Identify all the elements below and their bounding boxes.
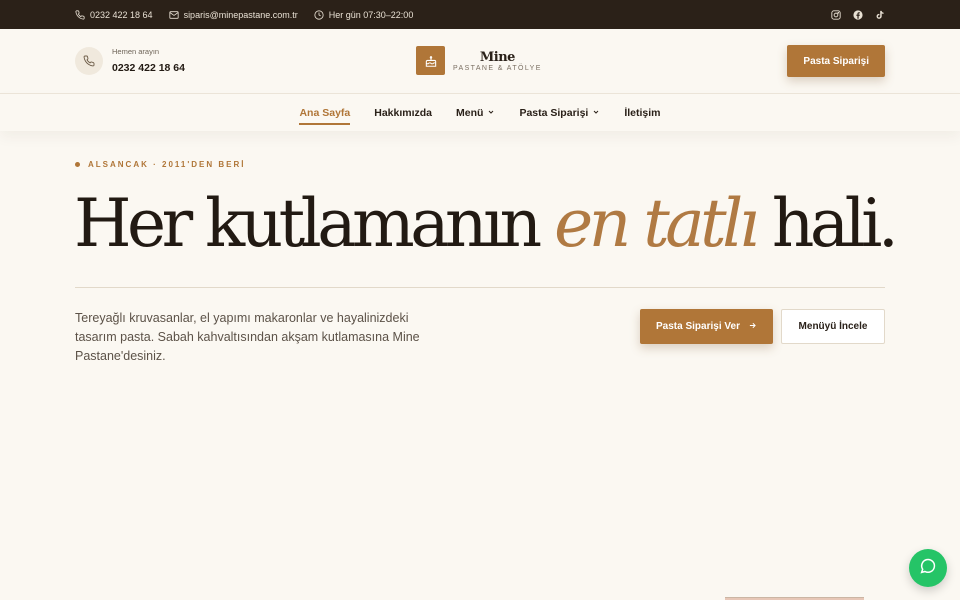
nav-item-label: Ana Sayfa	[299, 106, 351, 119]
mail-icon	[168, 10, 179, 20]
nav-item-label: Hakkımızda	[374, 106, 433, 119]
order-cake-button[interactable]: Pasta Siparişi	[787, 45, 885, 77]
nav-item-label: İletişim	[624, 106, 661, 119]
cta-label: Pasta Siparişi Ver	[656, 321, 740, 332]
hero-description: Tereyağlı kruvasanlar, el yapımı makaron…	[75, 311, 420, 363]
hero-headline: Her kutlamanın en tatlı hali.	[74, 184, 899, 264]
cake-icon	[416, 46, 445, 75]
instagram-icon[interactable]	[831, 9, 841, 20]
topbar-phone[interactable]: 0232 422 18 64	[75, 10, 153, 20]
headline-part: Her kutlamanın	[74, 185, 542, 262]
topbar-email[interactable]: siparis@minepastane.com.tr	[168, 9, 298, 20]
order-cake-cta-button[interactable]: Pasta Siparişi Ver	[640, 309, 773, 344]
chevron-down-icon	[592, 107, 600, 119]
contact-info: 0232 422 18 64 siparis@minepastane.com.t…	[75, 10, 413, 20]
chat-bubble-icon	[919, 557, 937, 580]
topbar-phone-text: 0232 422 18 64	[90, 9, 153, 20]
tiktok-icon[interactable]	[875, 10, 885, 20]
view-menu-button[interactable]: Menüyü İncele	[781, 309, 885, 344]
eyebrow-text: ALSANCAK · 2011'DEN BERİ	[88, 160, 246, 169]
phone-icon	[75, 47, 103, 75]
nav-item-about[interactable]: Hakkımızda	[374, 101, 432, 125]
chevron-down-icon	[487, 107, 495, 119]
topbar-hours: Her gün 07:30–22:00	[314, 9, 414, 20]
call-label: Hemen arayın	[112, 46, 160, 56]
nav-item-contact[interactable]: İletişim	[624, 101, 660, 125]
call-block[interactable]: Hemen arayın 0232 422 18 64	[75, 47, 185, 76]
topbar-email-text: siparis@minepastane.com.tr	[183, 9, 298, 20]
call-number: 0232 422 18 64	[112, 61, 185, 74]
headline-accent: en tatlı	[554, 185, 760, 262]
hero-eyebrow: ALSANCAK · 2011'DEN BERİ	[75, 160, 245, 169]
brand-text: Mine PASTANE & ATÖLYE	[453, 50, 542, 72]
dot-icon	[75, 162, 80, 167]
nav-item-label: Menü	[456, 106, 484, 119]
call-text: Hemen arayın 0232 422 18 64	[112, 47, 185, 76]
clock-icon	[314, 9, 324, 20]
nav-item-cake-order[interactable]: Pasta Siparişi	[519, 101, 600, 125]
headline-part: hali.	[771, 185, 899, 262]
arrow-right-icon	[748, 321, 757, 333]
brand-logo[interactable]: Mine PASTANE & ATÖLYE	[416, 46, 542, 75]
facebook-icon[interactable]	[853, 9, 863, 20]
hero-divider	[75, 287, 885, 288]
topbar-hours-text: Her gün 07:30–22:00	[328, 9, 414, 20]
nav-item-label: Pasta Siparişi	[519, 106, 589, 119]
site-header: Hemen arayın 0232 422 18 64 Mine PASTANE…	[0, 29, 960, 94]
chat-button[interactable]	[909, 549, 947, 587]
nav-item-home[interactable]: Ana Sayfa	[299, 101, 350, 125]
social-links	[831, 9, 885, 20]
phone-icon	[75, 9, 85, 20]
main-nav: Ana Sayfa Hakkımızda Menü Pasta Siparişi…	[0, 94, 960, 131]
top-bar: 0232 422 18 64 siparis@minepastane.com.t…	[0, 0, 960, 29]
brand-name: Mine	[479, 49, 516, 65]
nav-item-menu[interactable]: Menü	[456, 101, 495, 125]
brand-subtitle: PASTANE & ATÖLYE	[453, 64, 542, 72]
